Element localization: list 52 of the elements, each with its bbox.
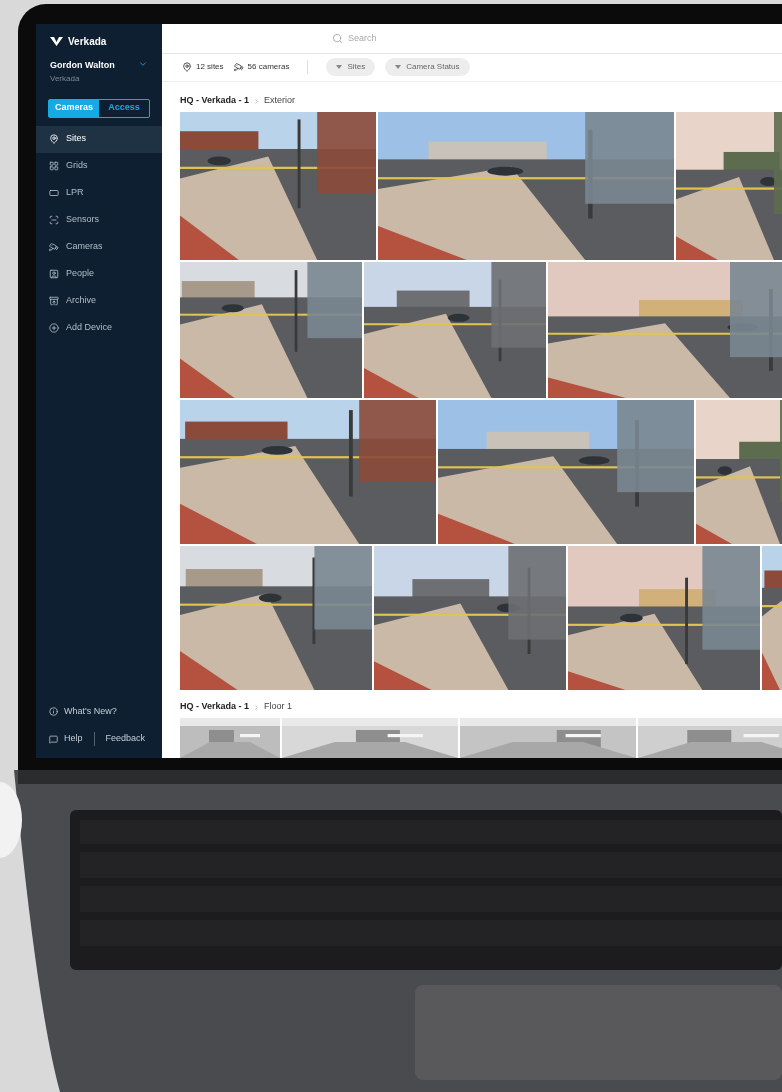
grid-icon <box>49 161 59 171</box>
cameras-count: 56 cameras <box>247 61 290 74</box>
nav-label: Cameras <box>66 240 103 254</box>
nav-item[interactable]: Cameras <box>36 233 162 261</box>
nav-label: Add Device <box>66 321 113 335</box>
plus-circle-icon <box>49 323 59 333</box>
filter-chip[interactable]: Camera Status <box>385 58 470 77</box>
info-icon <box>49 706 58 716</box>
scan-icon <box>49 215 59 225</box>
nav-label: Sites <box>66 132 86 146</box>
tray-icon <box>49 296 59 306</box>
logo-icon <box>50 37 63 46</box>
whats-new-link[interactable]: What's New? <box>64 704 117 718</box>
nav-label: LPR <box>66 186 84 200</box>
search-bar[interactable]: Search <box>162 24 782 54</box>
chevron-right-icon <box>253 703 261 711</box>
area-name: Floor 1 <box>264 700 293 714</box>
chat-icon <box>49 734 58 744</box>
nav-item[interactable]: Add Device <box>36 314 162 342</box>
nav-label: Sensors <box>66 213 100 227</box>
nav-label: Archive <box>66 294 96 308</box>
filter-chip[interactable]: Sites <box>326 58 376 77</box>
security-camera-icon <box>233 62 244 73</box>
person-icon <box>49 269 59 279</box>
mode-tab[interactable]: Access <box>99 99 149 117</box>
chevron-down-icon[interactable] <box>138 59 148 69</box>
site-name: HQ - Verkada - 1 <box>180 94 250 108</box>
nav-item[interactable]: Archive <box>36 287 162 315</box>
nav-item[interactable]: LPR <box>36 179 162 207</box>
chevron-right-icon <box>253 97 261 105</box>
organization-name: Verkada <box>50 72 81 85</box>
brand-name: Verkada <box>68 35 107 49</box>
area-name: Exterior <box>264 94 296 108</box>
nav-item[interactable]: Grids <box>36 152 162 180</box>
site-name: HQ - Verkada - 1 <box>180 700 250 714</box>
nav-item[interactable]: People <box>36 260 162 288</box>
user-name: Gordon Walton <box>50 59 115 72</box>
nav-label: Grids <box>66 159 88 173</box>
nav-label: People <box>66 267 95 281</box>
help-link[interactable]: Help <box>64 732 83 746</box>
nav-item[interactable]: Sites <box>36 125 162 153</box>
security-camera-icon <box>49 242 59 252</box>
filter-icon <box>395 65 402 70</box>
rectangle-icon <box>49 188 59 198</box>
nav-item[interactable]: Sensors <box>36 206 162 234</box>
map-pin-icon <box>49 134 59 144</box>
map-pin-icon <box>182 62 192 73</box>
search-field[interactable]: Search <box>348 31 468 46</box>
sites-count: 12 sites <box>196 61 224 74</box>
feedback-link[interactable]: Feedback <box>105 732 146 746</box>
search-icon <box>332 32 343 44</box>
filter-icon <box>336 65 343 70</box>
